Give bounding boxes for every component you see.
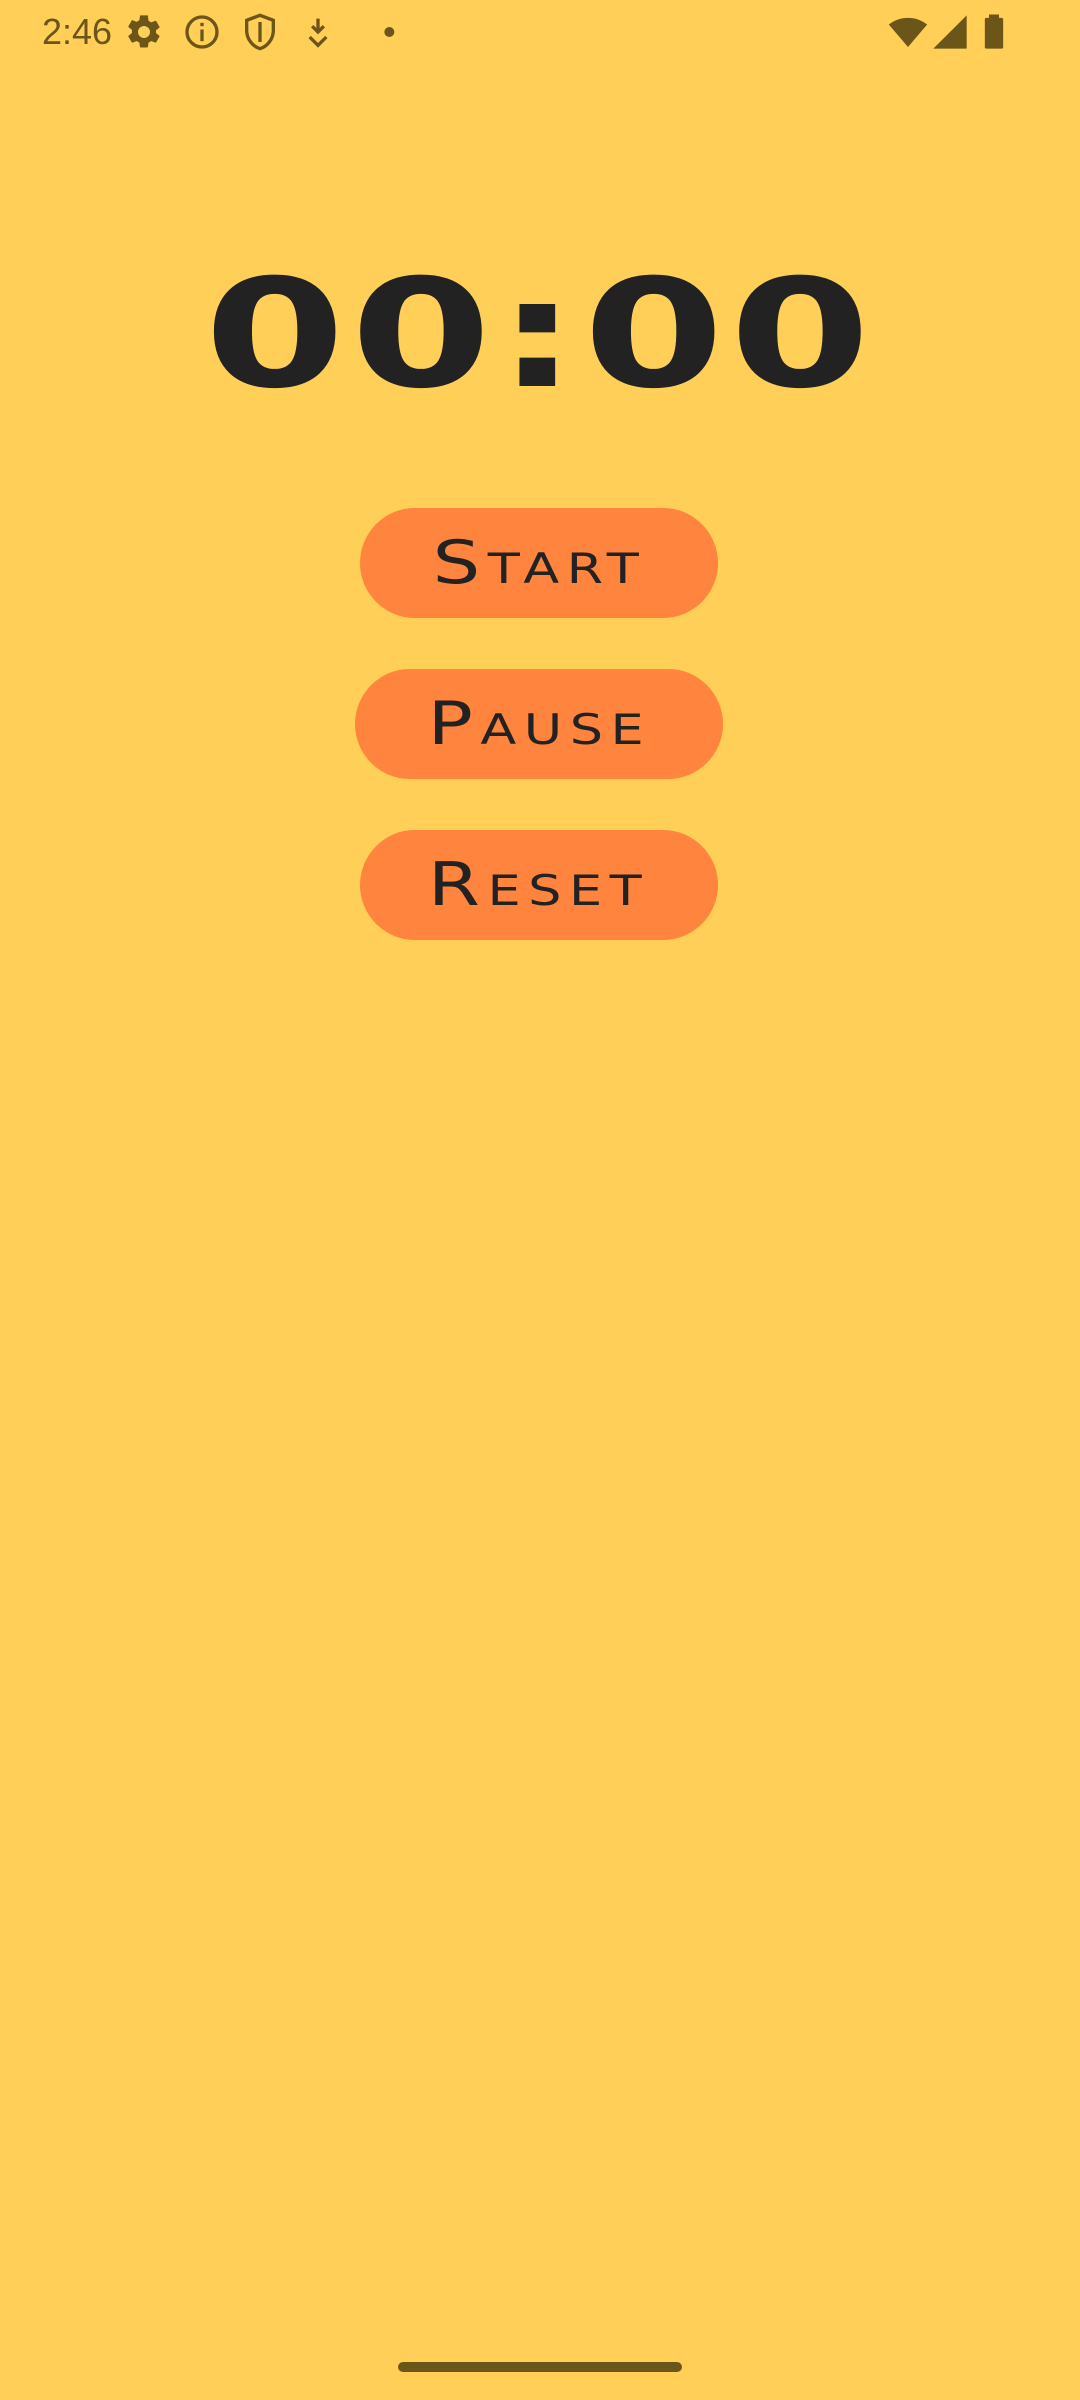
signal-icon [930, 12, 970, 52]
home-indicator[interactable] [398, 2362, 682, 2372]
timer-screen: 2:46 00:00 Start Pause Reset [0, 0, 1080, 2400]
pause-button-label: Pause [427, 689, 651, 759]
wifi-icon [888, 12, 928, 52]
start-button-label: Start [432, 528, 646, 598]
download-icon [298, 12, 338, 52]
info-icon [182, 12, 222, 52]
reset-button[interactable]: Reset [360, 830, 718, 940]
battery-icon [974, 12, 1014, 52]
pause-button[interactable]: Pause [355, 669, 723, 779]
timer-display: 00:00 [204, 248, 876, 422]
shield-icon [240, 12, 280, 52]
status-time: 2:46 [42, 11, 113, 52]
status-bar: 2:46 [0, 0, 1080, 64]
gear-icon [124, 12, 164, 52]
reset-button-label: Reset [428, 850, 650, 920]
start-button[interactable]: Start [360, 508, 718, 618]
dot-icon [356, 12, 396, 52]
